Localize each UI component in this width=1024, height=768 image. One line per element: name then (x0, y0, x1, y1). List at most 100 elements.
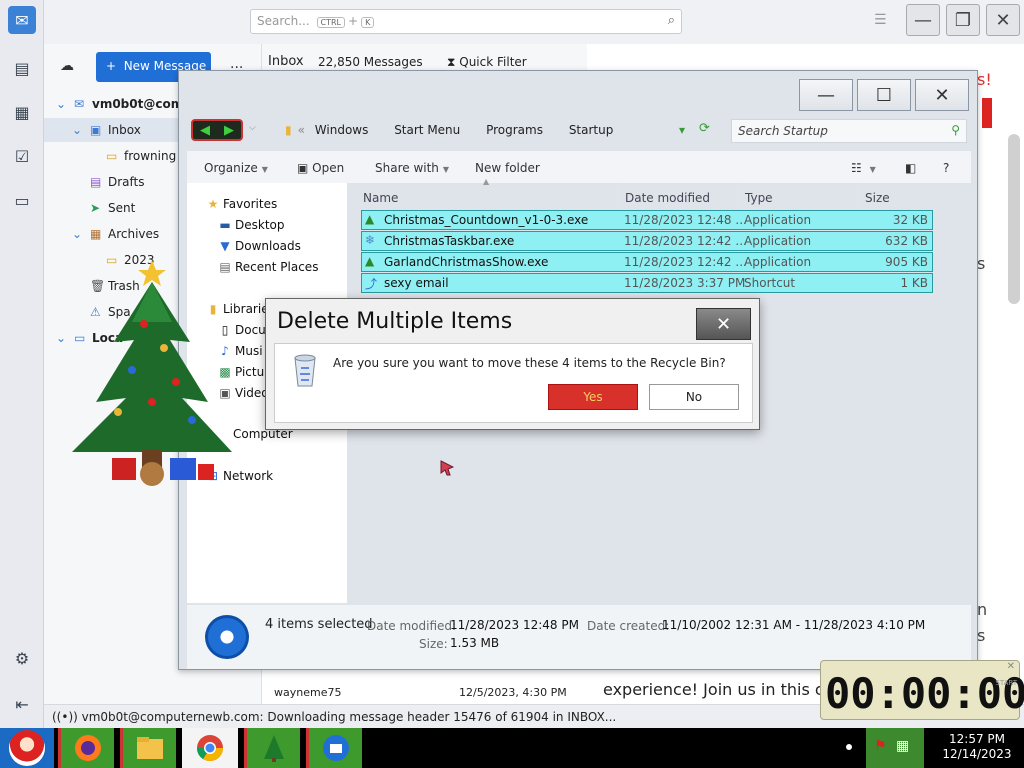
message-sender: wayneme75 (274, 686, 342, 699)
taskbar-chrome[interactable] (182, 728, 238, 768)
nav-downloads[interactable]: ▼ Downloads (215, 239, 301, 253)
open-button[interactable]: ▣ Open (297, 161, 344, 175)
no-button[interactable]: No (649, 384, 739, 410)
back-forward-buttons[interactable]: ◀ ▶ (191, 119, 243, 141)
countdown-timer-widget[interactable]: 00:00:00 ✕ START (820, 660, 1024, 720)
explorer-minimize-button[interactable]: — (799, 79, 853, 111)
christmas-tree-decoration (72, 260, 232, 486)
column-name[interactable]: Name (363, 191, 398, 205)
folder-label: Inbox (108, 123, 141, 137)
breadcrumb-windows[interactable]: Windows (315, 123, 369, 137)
clock-date: 12/14/2023 (942, 747, 1012, 761)
activity-icon: ((•)) (52, 710, 82, 724)
settings-icon[interactable]: ⚙ (8, 644, 36, 672)
column-divider[interactable] (617, 183, 618, 213)
mail-space-icon[interactable]: ✉ (8, 6, 36, 34)
file-date: 11/28/2023 12:48 ... (624, 213, 747, 227)
snowflake-icon: ❄ (365, 233, 376, 247)
yes-button[interactable]: Yes (548, 384, 638, 410)
share-with-button[interactable]: Share with ▼ (375, 161, 449, 175)
chat-icon[interactable]: ▭ (8, 186, 36, 214)
app-menu-icon[interactable]: ☰ (874, 12, 887, 28)
taskbar-explorer[interactable] (120, 728, 176, 768)
file-row[interactable]: ⤴ sexy email 11/28/2023 3:37 PM Shortcut… (361, 273, 933, 293)
shortcut-k: K (361, 17, 375, 28)
file-type: Application (744, 213, 812, 227)
shortcut-plus: + (348, 14, 359, 28)
tray-flag-icon[interactable]: ⚑ (874, 738, 887, 754)
explorer-close-button[interactable]: ✕ (915, 79, 969, 111)
open-icon: ▣ (297, 161, 313, 175)
calendar-icon[interactable]: ▦ (8, 98, 36, 126)
column-type[interactable]: Type (745, 191, 773, 205)
address-bar[interactable]: ▮ « Windows Start Menu Programs Startup (285, 119, 727, 143)
minimize-button[interactable]: — (906, 4, 940, 36)
mouse-cursor-icon (440, 460, 454, 476)
view-options-icon[interactable]: ☷ ▼ (851, 161, 876, 175)
system-tray[interactable]: ⚑ ▦ (866, 728, 924, 768)
global-search-input[interactable]: Search... CTRL + K ⌕ (250, 9, 682, 34)
column-date-modified[interactable]: Date modified (625, 191, 710, 205)
breadcrumb-start-menu[interactable]: Start Menu (394, 123, 460, 137)
taskbar-thunderbird[interactable] (306, 728, 362, 768)
nav-favorites[interactable]: ★ Favorites (203, 197, 278, 211)
nav-label: Favorites (223, 197, 278, 211)
file-size: 905 KB (885, 255, 928, 269)
get-messages-icon[interactable]: ☁ (60, 58, 74, 74)
file-name: GarlandChristmasShow.exe (384, 255, 549, 269)
tray-network-icon[interactable]: ▦ (896, 738, 909, 754)
nav-label: Downloads (235, 239, 301, 253)
thunderbird-icon (322, 735, 349, 761)
message-scrollbar[interactable] (1008, 134, 1020, 304)
file-row[interactable]: ▲ GarlandChristmasShow.exe 11/28/2023 12… (361, 252, 933, 272)
file-size: 632 KB (885, 234, 928, 248)
timer-display: 00:00:00 (825, 669, 1024, 718)
forward-arrow-icon[interactable]: ▶ (224, 123, 234, 138)
breadcrumb-programs[interactable]: Programs (486, 123, 543, 137)
taskbar-clock[interactable]: 12:57 PM 12/14/2023 (932, 732, 1022, 762)
column-size[interactable]: Size (865, 191, 890, 205)
organize-button[interactable]: Organize ▼ (204, 161, 268, 175)
file-size: 1 KB (900, 276, 928, 290)
file-row[interactable]: ▲ Christmas_Countdown_v1-0-3.exe 11/28/2… (361, 210, 933, 230)
preview-pane-icon[interactable]: ◧ (905, 161, 916, 175)
inbox-icon: ▣ (90, 123, 102, 137)
timer-close-icon[interactable]: ✕ (1007, 661, 1015, 672)
help-icon[interactable]: ? (943, 161, 949, 175)
restore-button[interactable]: ❐ (946, 4, 980, 36)
santa-start-icon (9, 730, 45, 766)
account-icon: ✉ (74, 97, 85, 111)
explorer-search-input[interactable]: Search Startup ⚲ (731, 119, 967, 143)
message-body-line: experience! Join us in this c (603, 680, 824, 699)
close-button[interactable]: ✕ (986, 4, 1020, 36)
date-created-label: Date created: (587, 619, 670, 633)
list-item[interactable]: wayneme75 12/5/2023, 4:30 PM (262, 684, 587, 704)
new-folder-button[interactable]: New folder (475, 161, 540, 175)
refresh-icon[interactable]: ⟳ (699, 121, 710, 136)
column-divider[interactable] (737, 183, 738, 213)
tasks-icon[interactable]: ☑ (8, 142, 36, 170)
nav-desktop[interactable]: ▬ Desktop (215, 218, 284, 232)
organize-label: Organize (204, 161, 258, 175)
dialog-close-button[interactable]: ✕ (696, 308, 751, 340)
firefox-icon (74, 735, 101, 761)
timer-start-button[interactable]: START (995, 679, 1017, 687)
address-dropdown-icon[interactable]: ▾ (679, 123, 685, 137)
taskbar-firefox[interactable] (58, 728, 114, 768)
explorer-maximize-button[interactable]: ☐ (857, 79, 911, 111)
collapse-icon[interactable]: ⇤ (8, 690, 36, 718)
address-book-icon[interactable]: ▤ (8, 54, 36, 82)
back-arrow-icon[interactable]: ◀ (200, 123, 210, 138)
date-created-value: 11/10/2002 12:31 AM - 11/28/2023 4:10 PM (662, 618, 926, 632)
breadcrumb-startup[interactable]: Startup (569, 123, 614, 137)
quick-filter-button[interactable]: ⧗ Quick Filter (447, 55, 527, 70)
start-button[interactable] (0, 728, 54, 768)
file-name: ChristmasTaskbar.exe (384, 234, 515, 248)
message-date: 12/5/2023, 4:30 PM (459, 686, 567, 699)
recent-locations-icon[interactable]: ⌵ (249, 123, 256, 133)
column-divider[interactable] (857, 183, 858, 213)
folder-label: Drafts (108, 175, 145, 189)
taskbar-christmas-app[interactable] (244, 728, 300, 768)
close-icon: ✕ (715, 313, 732, 335)
file-row[interactable]: ❄ ChristmasTaskbar.exe 11/28/2023 12:42 … (361, 231, 933, 251)
